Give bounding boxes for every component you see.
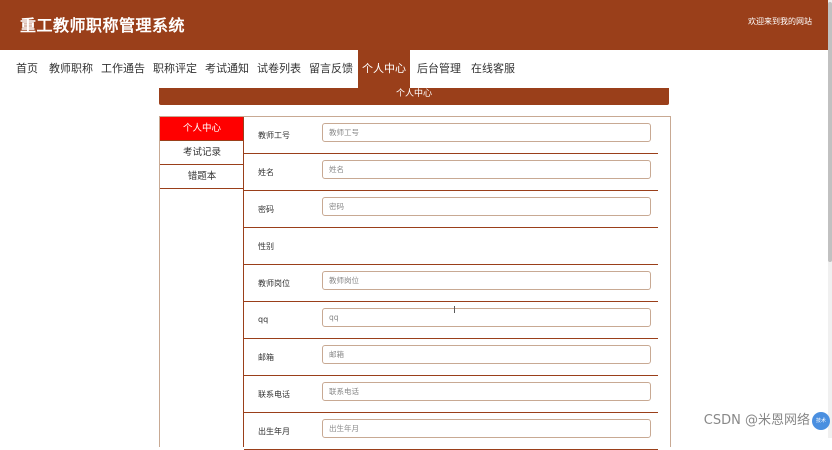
site-title: 重工教师职称管理系统 [20, 16, 186, 35]
nav-item-title-evaluation[interactable]: 职称评定 [152, 50, 198, 88]
side-item-personal-center[interactable]: 个人中心 [160, 117, 244, 141]
qq-input[interactable] [322, 308, 651, 327]
profile-form: 教师工号 姓名 密码 性别 教师岗位 qq 邮箱 联系电话 [244, 117, 658, 450]
teacher-post-input[interactable] [322, 271, 651, 290]
top-header: 重工教师职称管理系统 欢迎来到我的网站 [0, 0, 832, 50]
qq-label: qq [258, 315, 269, 324]
floating-help-button[interactable]: 技术 [812, 412, 830, 430]
main-nav: 首页 教师职称 工作通告 职称评定 考试通知 试卷列表 留言反馈 个人中心 后台… [0, 50, 832, 88]
text-cursor-icon: I [453, 305, 456, 316]
teacher-post-label: 教师岗位 [258, 279, 290, 288]
nav-item-home[interactable]: 首页 [14, 50, 40, 88]
phone-input[interactable] [322, 382, 651, 401]
form-row-phone: 联系电话 [244, 376, 658, 413]
nav-item-feedback[interactable]: 留言反馈 [308, 50, 354, 88]
nav-item-online-service[interactable]: 在线客服 [468, 50, 518, 88]
form-row-password: 密码 [244, 191, 658, 228]
form-row-teacher-id: 教师工号 [244, 117, 658, 154]
page-scrollbar[interactable] [828, 0, 832, 438]
nav-item-personal-center[interactable]: 个人中心 [358, 50, 410, 88]
form-row-email: 邮箱 [244, 339, 658, 376]
form-row-gender: 性别 [244, 228, 658, 265]
nav-item-exam-notice[interactable]: 考试通知 [204, 50, 250, 88]
nav-item-admin[interactable]: 后台管理 [414, 50, 464, 88]
side-menu: 个人中心 考试记录 错题本 [160, 117, 244, 189]
password-label: 密码 [258, 205, 274, 214]
form-row-name: 姓名 [244, 154, 658, 191]
csdn-watermark: CSDN @米恩网络 [703, 413, 810, 428]
name-input[interactable] [322, 160, 651, 179]
nav-item-paper-list[interactable]: 试卷列表 [256, 50, 302, 88]
birth-label: 出生年月 [258, 427, 290, 436]
nav-item-teacher-title[interactable]: 教师职称 [48, 50, 94, 88]
phone-label: 联系电话 [258, 390, 290, 399]
side-item-wrong-questions[interactable]: 错题本 [160, 165, 244, 189]
form-row-qq: qq [244, 302, 658, 339]
teacher-id-input[interactable] [322, 123, 651, 142]
side-item-exam-records[interactable]: 考试记录 [160, 141, 244, 165]
email-input[interactable] [322, 345, 651, 364]
welcome-text: 欢迎来到我的网站 [748, 17, 812, 26]
password-input[interactable] [322, 197, 651, 216]
gender-label: 性别 [258, 242, 274, 251]
nav-item-work-notice[interactable]: 工作通告 [100, 50, 146, 88]
email-label: 邮箱 [258, 353, 274, 362]
personal-center-panel: 个人中心 考试记录 错题本 教师工号 姓名 密码 性别 教师岗位 qq 邮箱 [159, 116, 671, 450]
scrollbar-thumb[interactable] [828, 2, 832, 262]
section-banner: 个人中心 [159, 88, 669, 105]
form-row-birth: 出生年月 [244, 413, 658, 450]
birth-input[interactable] [322, 419, 651, 438]
form-row-teacher-post: 教师岗位 [244, 265, 658, 302]
name-label: 姓名 [258, 168, 274, 177]
teacher-id-label: 教师工号 [258, 131, 290, 140]
